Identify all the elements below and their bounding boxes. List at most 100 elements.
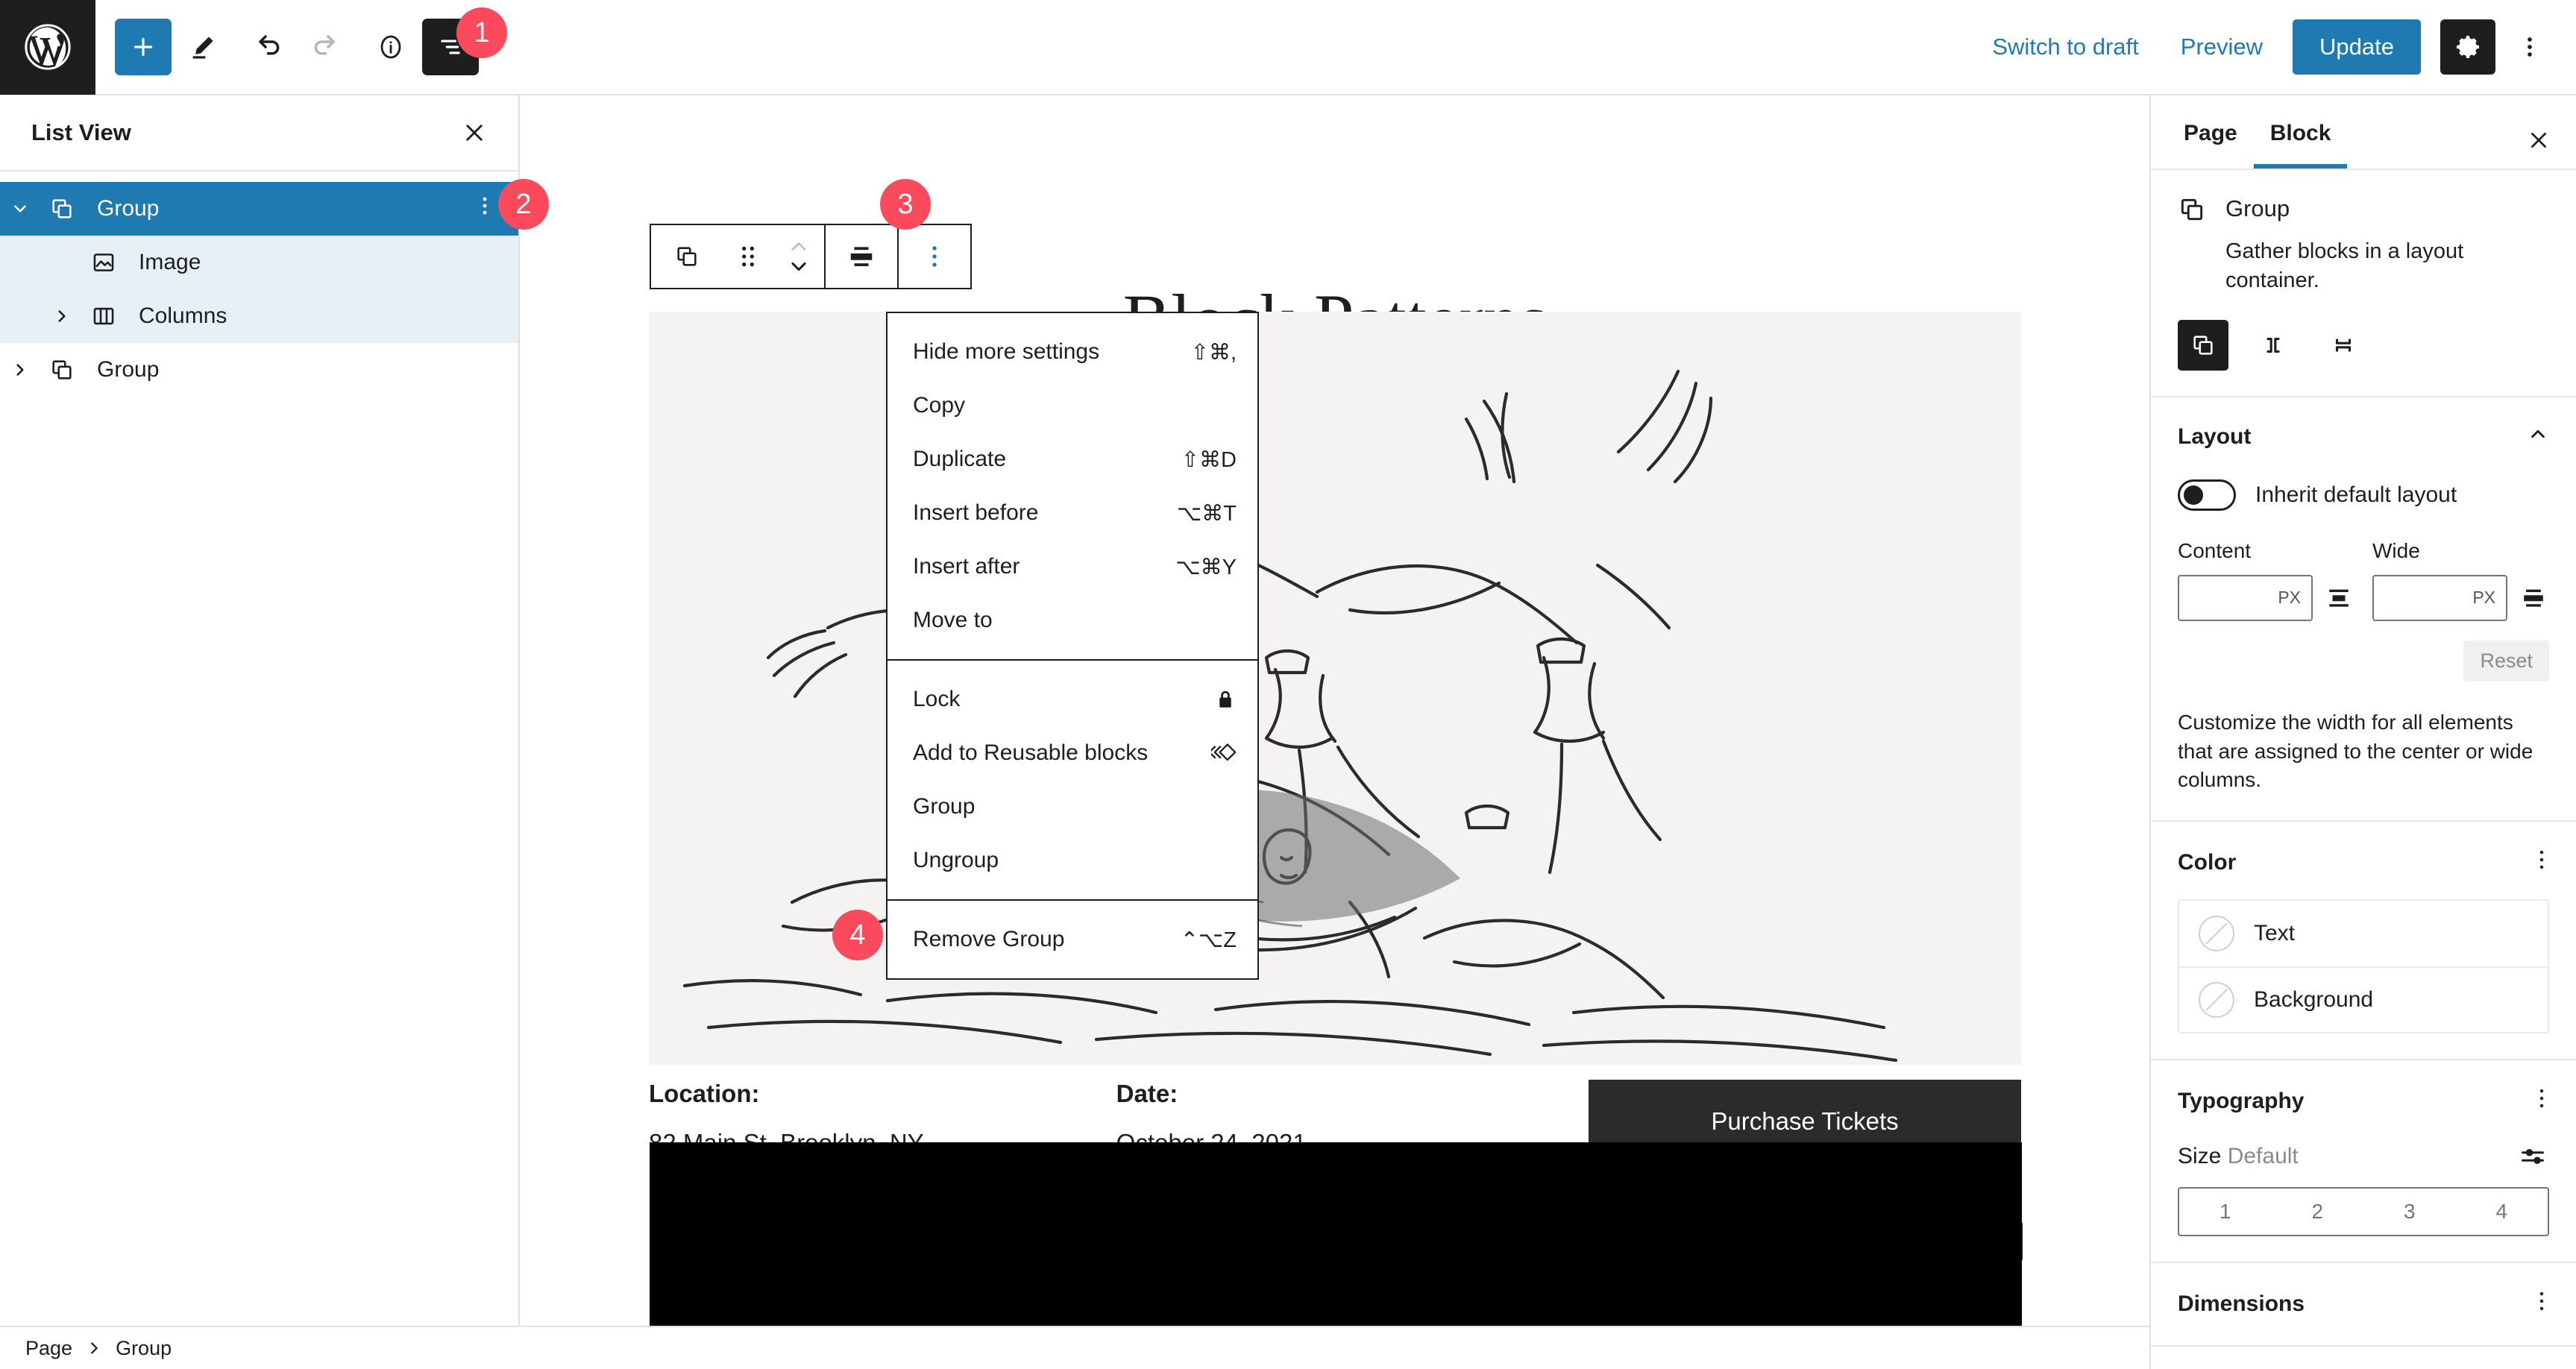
chevron-right-icon[interactable] [42, 306, 82, 326]
move-updown-button[interactable] [773, 225, 824, 288]
kebab-menu-icon[interactable] [2534, 847, 2549, 878]
variation-group-button[interactable] [2178, 319, 2228, 371]
inherit-default-layout-toggle[interactable] [2178, 479, 2236, 511]
align-center-icon[interactable] [826, 225, 897, 288]
switch-to-draft-button[interactable]: Switch to draft [1971, 34, 2159, 60]
color-panel-header: Color [2178, 847, 2549, 878]
location-heading: Location: [649, 1080, 760, 1107]
typography-panel-header: Typography [2178, 1086, 2549, 1117]
block-description: Gather blocks in a layout container. [2225, 239, 2464, 293]
menu-item-group[interactable]: Group [888, 780, 1257, 834]
kebab-menu-icon[interactable] [2534, 1086, 2549, 1117]
list-view-panel: List View Group Image Columns Group [0, 95, 520, 1326]
gear-icon[interactable] [2440, 19, 2495, 75]
wordpress-logo-icon[interactable] [0, 0, 95, 95]
font-size-label: Size Default [2178, 1144, 2299, 1169]
reset-button[interactable]: Reset [2463, 640, 2549, 682]
annotation-marker-2: 2 [498, 179, 549, 230]
list-view-row-image[interactable]: Image [0, 236, 518, 289]
menu-item-move-to[interactable]: Move to [888, 594, 1257, 647]
update-button[interactable]: Update [2293, 19, 2421, 75]
block-type-button[interactable] [651, 225, 723, 288]
block-toolbar-align-group [826, 225, 897, 288]
inherit-default-layout-label: Inherit default layout [2255, 482, 2457, 507]
variation-row-button[interactable] [2248, 320, 2299, 371]
more-options-icon[interactable] [2506, 19, 2554, 75]
chevron-down-icon[interactable] [0, 199, 40, 218]
drag-dots-icon[interactable] [723, 225, 773, 288]
info-icon[interactable] [359, 16, 422, 78]
menu-item-label: Duplicate [913, 447, 1007, 471]
color-title: Color [2178, 849, 2237, 875]
block-toolbar-options-group [899, 225, 970, 288]
font-size-step-2[interactable]: 2 [2272, 1189, 2364, 1235]
content-align-icon[interactable] [2323, 583, 2354, 613]
color-option-background[interactable]: Background [2179, 966, 2548, 1032]
image-icon [82, 250, 125, 275]
variation-stack-button[interactable] [2318, 320, 2369, 371]
reusable-block-icon [1211, 742, 1237, 764]
wide-align-icon[interactable] [2518, 583, 2549, 613]
dimensions-panel-header: Dimensions [2178, 1288, 2549, 1320]
breadcrumb-item-page[interactable]: Page [25, 1337, 72, 1360]
layout-help-text: Customize the width for all elements tha… [2178, 710, 2533, 792]
menu-item-ungroup[interactable]: Ungroup [888, 834, 1257, 887]
menu-item-insert-after[interactable]: Insert after ⌥⌘Y [888, 540, 1257, 594]
breadcrumb-item-group[interactable]: Group [116, 1337, 172, 1360]
menu-item-insert-before[interactable]: Insert before ⌥⌘T [888, 486, 1257, 540]
kebab-menu-icon[interactable] [477, 192, 493, 225]
black-cover-block[interactable] [650, 1142, 2022, 1326]
menu-item-hide-more-settings[interactable]: Hide more settings ⇧⌘, [888, 325, 1257, 379]
chevron-right-icon[interactable] [0, 360, 40, 380]
undo-arrow-icon[interactable] [234, 16, 297, 78]
menu-item-copy[interactable]: Copy [888, 379, 1257, 432]
block-info-section: Group Gather blocks in a layout containe… [2151, 170, 2576, 397]
typography-section: Typography Size Default 1 2 3 4 [2151, 1060, 2576, 1263]
font-size-row: Size Default [2178, 1142, 2549, 1171]
menu-item-add-to-reusable-blocks[interactable]: Add to Reusable blocks [888, 726, 1257, 780]
list-view-row-group-2[interactable]: Group [0, 343, 518, 397]
size-value: Default [2227, 1143, 2299, 1168]
font-size-step-1[interactable]: 1 [2179, 1189, 2272, 1235]
content-width-input[interactable]: PX [2178, 574, 2313, 621]
layout-panel-header[interactable]: Layout [2178, 423, 2549, 451]
close-icon[interactable] [2524, 128, 2554, 169]
menu-item-shortcut: ⇧⌘, [1190, 340, 1237, 365]
block-toolbar [650, 224, 972, 289]
kebab-menu-icon[interactable] [2534, 1288, 2549, 1320]
wide-width-input[interactable]: PX [2372, 574, 2507, 621]
chevron-up-icon[interactable] [2527, 423, 2549, 451]
preview-button[interactable]: Preview [2160, 34, 2284, 60]
block-options-dropdown: Hide more settings ⇧⌘, Copy Duplicate ⇧⌘… [886, 312, 1259, 980]
lock-icon [1214, 688, 1237, 711]
menu-item-remove-group[interactable]: Remove Group ⌃⌥Z [888, 913, 1257, 966]
sidebar-tabs: Page Block [2151, 95, 2576, 170]
list-view-row-columns[interactable]: Columns [0, 289, 518, 343]
add-block-button[interactable] [115, 19, 172, 75]
size-word: Size [2178, 1143, 2222, 1168]
font-size-step-4[interactable]: 4 [2456, 1189, 2548, 1235]
inherit-layout-row: Inherit default layout [2178, 479, 2549, 511]
tab-block[interactable]: Block [2253, 121, 2348, 169]
menu-item-label: Ungroup [913, 848, 999, 872]
block-options-button[interactable] [899, 225, 970, 288]
content-width-control: Content PX [2178, 539, 2354, 621]
menu-item-label: Insert before [913, 500, 1039, 525]
group-icon [2178, 195, 2206, 227]
list-view-rows: Group Image Columns Group [0, 171, 518, 397]
close-icon[interactable] [456, 114, 493, 151]
tab-page[interactable]: Page [2167, 121, 2254, 169]
list-view-header: List View [0, 95, 518, 171]
sliders-icon[interactable] [2516, 1142, 2549, 1171]
breadcrumb: Page Group [0, 1326, 2149, 1369]
font-size-step-3[interactable]: 3 [2363, 1189, 2456, 1235]
menu-item-label: Insert after [913, 554, 1020, 579]
redo-arrow-icon[interactable] [297, 16, 359, 78]
list-view-row-label: Image [139, 250, 201, 274]
menu-item-lock[interactable]: Lock [888, 673, 1257, 726]
pencil-icon[interactable] [172, 16, 234, 78]
list-view-row-group-1[interactable]: Group [0, 182, 518, 236]
color-option-text[interactable]: Text [2179, 901, 2548, 966]
menu-item-duplicate[interactable]: Duplicate ⇧⌘D [888, 432, 1257, 486]
color-option-label: Text [2254, 920, 2296, 945]
